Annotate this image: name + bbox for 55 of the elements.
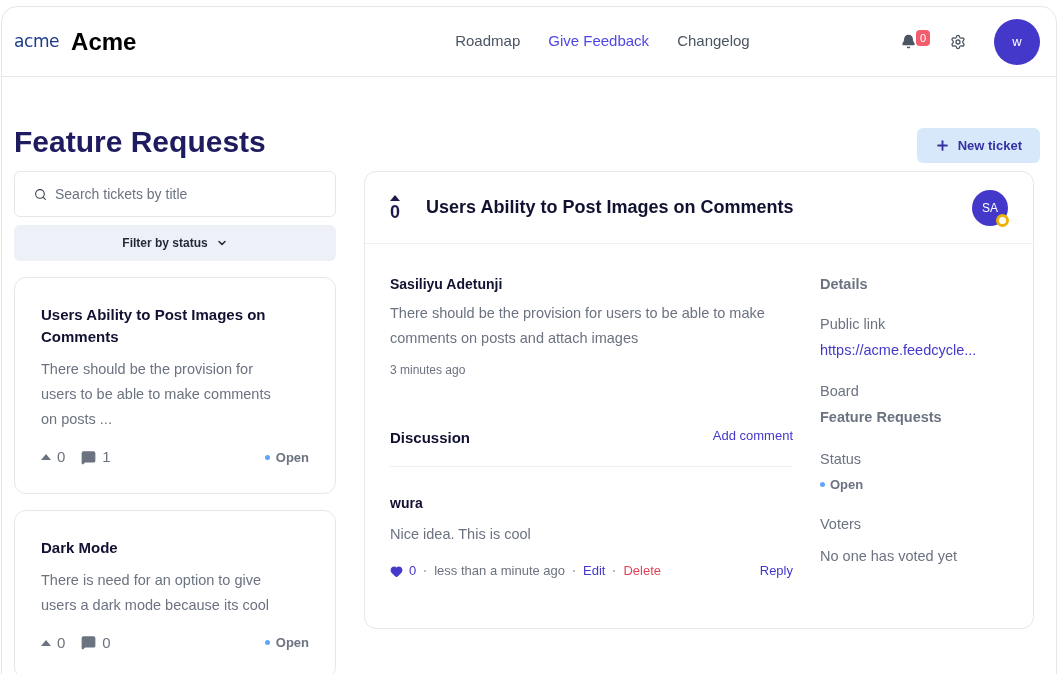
field-label: Public link: [820, 314, 887, 334]
ticket-excerpt: There is need for an option to give users a dark mode because its cool: [41, 570, 271, 615]
board-name: Feature Requests: [820, 408, 943, 427]
vote-count: 0: [57, 632, 66, 653]
nav-link[interactable]: Roadmap: [455, 30, 521, 53]
filter-dropdown[interactable]: Filter by status: [14, 225, 336, 261]
author-name: Sasiliyu Adetunji: [390, 275, 504, 294]
page-title: Feature Requests: [14, 127, 266, 157]
nav-link[interactable]: Give Feedback: [548, 30, 650, 53]
comment-count: 1: [102, 447, 111, 467]
voters-text: No one has voted yet: [820, 546, 959, 566]
ticket-status: Open: [275, 634, 309, 652]
details-heading: Details: [820, 275, 869, 294]
new-ticket-button[interactable]: New ticket: [916, 128, 1040, 163]
comment-time: less than a minute ago: [434, 562, 566, 581]
vote-count: 0: [57, 447, 66, 467]
logo[interactable]: acme: [14, 28, 60, 55]
heart-icon[interactable]: [390, 564, 403, 578]
notification-count: 0: [915, 29, 930, 46]
ticket-excerpt: There should be the provision for users to be able to make comments on posts ...: [41, 360, 272, 429]
comment-icon: [81, 635, 97, 651]
discussion-heading: Discussion: [390, 428, 471, 448]
badge-icon: [996, 213, 1009, 227]
ticket-status: Open: [830, 475, 864, 494]
comment-text: Nice idea. This is cool: [390, 524, 532, 544]
reply-link[interactable]: Reply: [759, 561, 793, 581]
timestamp: 3 minutes ago: [390, 362, 467, 379]
settings-icon[interactable]: [950, 33, 966, 50]
delete-link[interactable]: Delete: [623, 561, 662, 581]
plus-icon: [934, 138, 950, 153]
ticket-title: Dark Mode: [41, 537, 119, 558]
comment-count: 0: [102, 632, 111, 653]
ticket-title: Users Ability to Post Images on Comments: [41, 305, 267, 347]
add-comment-link[interactable]: Add comment: [712, 425, 793, 445]
user-avatar[interactable]: w: [994, 18, 1040, 65]
ticket-status: Open: [275, 448, 309, 467]
upvote-icon[interactable]: [390, 194, 400, 201]
author-avatar: SA: [972, 189, 1008, 226]
nav-link[interactable]: Changelog: [677, 30, 750, 53]
comment-icon: [81, 449, 97, 465]
ticket-description: There should be the provision for users to be able to make comments on posts and attach images: [390, 304, 766, 348]
brand-name: Acme: [71, 26, 137, 57]
public-link[interactable]: https://acme.feedcycle...: [820, 339, 977, 362]
ticket-card[interactable]: Users Ability to Post Images on Comments There should be the provision for users to be able to make comments on posts ... 0 1 Open: [14, 277, 336, 494]
notification-bell-icon[interactable]: [900, 34, 916, 49]
vote-count: 0: [390, 202, 400, 221]
search-field[interactable]: Search tickets by title: [14, 171, 336, 217]
like-count: 0: [409, 562, 417, 581]
ticket-title: Users Ability to Post Images on Comments: [426, 196, 795, 219]
search-icon: [34, 188, 47, 201]
field-label: Board: [820, 382, 860, 402]
field-label: Voters: [820, 515, 863, 534]
comment-author: wura: [390, 493, 424, 513]
field-label: Status: [820, 449, 863, 469]
edit-link[interactable]: Edit: [583, 561, 606, 581]
